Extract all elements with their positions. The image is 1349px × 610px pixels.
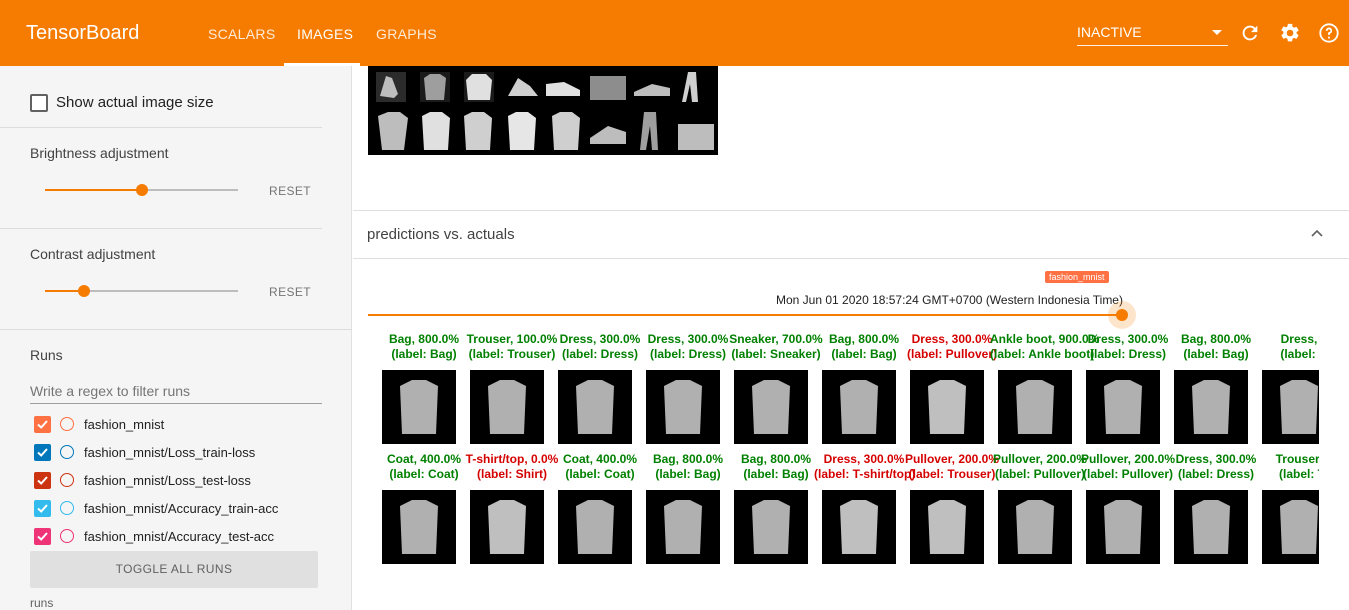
image-grid-thumbnail bbox=[368, 66, 718, 155]
card-title: predictions vs. actuals bbox=[367, 226, 515, 243]
prediction-cell: Pullover, 200.0% (label: Trouser) bbox=[882, 452, 999, 572]
contrast-label: Contrast adjustment bbox=[30, 246, 156, 262]
run-tag: fashion_mnist bbox=[1045, 271, 1109, 283]
run-name: fashion_mnist/Loss_train-loss bbox=[84, 445, 256, 460]
prediction-cell: Bag, 800.0% (label: Bag) bbox=[368, 332, 459, 452]
run-checkbox[interactable] bbox=[34, 416, 51, 433]
prediction-cell: T-shirt/top, 0.0% (label: Shirt) bbox=[442, 452, 558, 572]
check-icon bbox=[37, 504, 48, 513]
gear-icon[interactable] bbox=[1279, 22, 1301, 44]
prediction-cell: Sneaker, 700.0% (label: Sneaker) bbox=[706, 332, 823, 452]
chevron-down-icon bbox=[1212, 30, 1222, 35]
runs-title: Runs bbox=[30, 347, 63, 363]
top-app-bar: TensorBoard SCALARS IMAGES GRAPHS INACTI… bbox=[0, 0, 1349, 66]
run-row[interactable]: fashion_mnist bbox=[34, 415, 334, 435]
tab-graphs[interactable]: GRAPHS bbox=[376, 26, 437, 42]
run-checkbox[interactable] bbox=[34, 500, 51, 517]
help-icon[interactable] bbox=[1318, 22, 1340, 44]
prediction-cell: Dress, 300.0% (label: Dress) bbox=[1146, 452, 1256, 572]
predictions-grid: Bag, 800.0% (label: Bag) Trouser, 100.0% (l… bbox=[368, 332, 1319, 572]
divider bbox=[0, 228, 322, 229]
brightness-slider-thumb[interactable] bbox=[135, 184, 148, 196]
prediction-cell: Trouser, 100.0% (label: Trouser) bbox=[442, 332, 557, 452]
step-slider-thumb[interactable] bbox=[1116, 309, 1128, 321]
run-checkbox[interactable] bbox=[34, 472, 51, 489]
run-name: fashion_mnist/Accuracy_test-acc bbox=[84, 529, 275, 544]
tab-scalars[interactable]: SCALARS bbox=[208, 26, 275, 42]
prediction-cell: Bag, 800.0% (label: Bag) bbox=[1146, 332, 1251, 452]
prediction-cell: Coat, 400.0% (label: Coat) bbox=[368, 452, 461, 572]
prediction-text: Dress, 3 bbox=[1280, 332, 1319, 346]
prediction-cell: Coat, 400.0% (label: Coat) bbox=[530, 452, 637, 572]
status-dropdown-value: INACTIVE bbox=[1077, 24, 1142, 40]
brightness-label: Brightness adjustment bbox=[30, 145, 169, 161]
check-icon bbox=[37, 448, 48, 457]
prediction-cell: Bag, 800.0% (label: Bag) bbox=[706, 452, 811, 572]
prediction-image bbox=[1262, 490, 1319, 564]
check-icon bbox=[37, 476, 48, 485]
divider bbox=[0, 127, 322, 128]
status-dropdown[interactable]: INACTIVE bbox=[1077, 24, 1228, 46]
run-color-radio[interactable] bbox=[60, 473, 74, 487]
main-content: predictions vs. actuals fashion_mnist Mo… bbox=[353, 66, 1349, 610]
run-color-radio[interactable] bbox=[60, 445, 74, 459]
image-grid-image bbox=[376, 72, 714, 150]
run-row[interactable]: fashion_mnist/Loss_test-loss bbox=[34, 471, 334, 491]
brightness-reset-button[interactable]: RESET bbox=[269, 184, 311, 198]
prediction-cell: Dress, 300.0% (label: Dress) bbox=[530, 332, 640, 452]
show-actual-size-label: Show actual image size bbox=[56, 94, 214, 111]
runs-footer: runs bbox=[30, 596, 54, 610]
run-row[interactable]: fashion_mnist/Loss_train-loss bbox=[34, 443, 334, 463]
step-timestamp: Mon Jun 01 2020 18:57:24 GMT+0700 (Weste… bbox=[776, 293, 1123, 307]
divider bbox=[0, 329, 352, 330]
prediction-cell: Trouser, 1(label: Tr bbox=[1234, 452, 1319, 572]
run-row[interactable]: fashion_mnist/Accuracy_test-acc bbox=[34, 527, 334, 547]
run-color-radio[interactable] bbox=[60, 417, 74, 431]
prediction-cell: Bag, 800.0% (label: Bag) bbox=[794, 332, 899, 452]
prediction-image bbox=[1262, 370, 1319, 444]
prediction-cell: Ankle boot, 900.0% (label: Ankle boot) bbox=[970, 332, 1099, 452]
tab-images[interactable]: IMAGES bbox=[297, 26, 353, 42]
check-icon bbox=[37, 420, 48, 429]
prediction-cell: Pullover, 200.0% (label: Pullover) bbox=[1058, 452, 1175, 572]
sidebar: Show actual image size Brightness adjust… bbox=[0, 66, 352, 610]
show-actual-size-checkbox[interactable] bbox=[30, 94, 48, 112]
card-header[interactable]: predictions vs. actuals bbox=[353, 211, 1349, 259]
brightness-slider-fill bbox=[45, 189, 142, 191]
run-name: fashion_mnist/Loss_test-loss bbox=[84, 473, 251, 488]
prediction-cell: Dress, 300.0% (label: T-shirt/top) bbox=[794, 452, 915, 572]
app-title: TensorBoard bbox=[26, 22, 140, 44]
run-color-radio[interactable] bbox=[60, 529, 74, 543]
runs-filter-input[interactable] bbox=[30, 378, 322, 404]
actual-label-text: (label: Tr bbox=[1278, 467, 1319, 481]
prediction-cell: Bag, 800.0% (label: Bag) bbox=[618, 452, 723, 572]
prediction-cell: Pullover, 200.0% (label: Pullover) bbox=[970, 452, 1087, 572]
prediction-cell: Dress, 3(label: D bbox=[1234, 332, 1319, 452]
prediction-cell: Dress, 300.0% (label: Dress) bbox=[1058, 332, 1168, 452]
toggle-all-runs-button[interactable]: TOGGLE ALL RUNS bbox=[30, 551, 318, 588]
actual-label-text: (label: D bbox=[1280, 347, 1319, 361]
step-slider-track[interactable] bbox=[368, 314, 1122, 316]
run-name: fashion_mnist/Accuracy_train-acc bbox=[84, 501, 279, 516]
run-checkbox[interactable] bbox=[34, 444, 51, 461]
contrast-slider-thumb[interactable] bbox=[77, 285, 90, 297]
prediction-text: Trouser, 1 bbox=[1275, 452, 1319, 466]
run-name: fashion_mnist bbox=[84, 417, 165, 432]
prediction-cell: Dress, 300.0% (label: Dress) bbox=[618, 332, 728, 452]
chevron-up-icon[interactable] bbox=[1310, 227, 1324, 241]
run-checkbox[interactable] bbox=[34, 528, 51, 545]
contrast-reset-button[interactable]: RESET bbox=[269, 285, 311, 299]
prediction-cell: Dress, 300.0% (label: Pullover) bbox=[882, 332, 997, 452]
check-icon bbox=[37, 532, 48, 541]
run-color-radio[interactable] bbox=[60, 501, 74, 515]
refresh-icon[interactable] bbox=[1239, 22, 1261, 44]
run-row[interactable]: fashion_mnist/Accuracy_train-acc bbox=[34, 499, 334, 519]
